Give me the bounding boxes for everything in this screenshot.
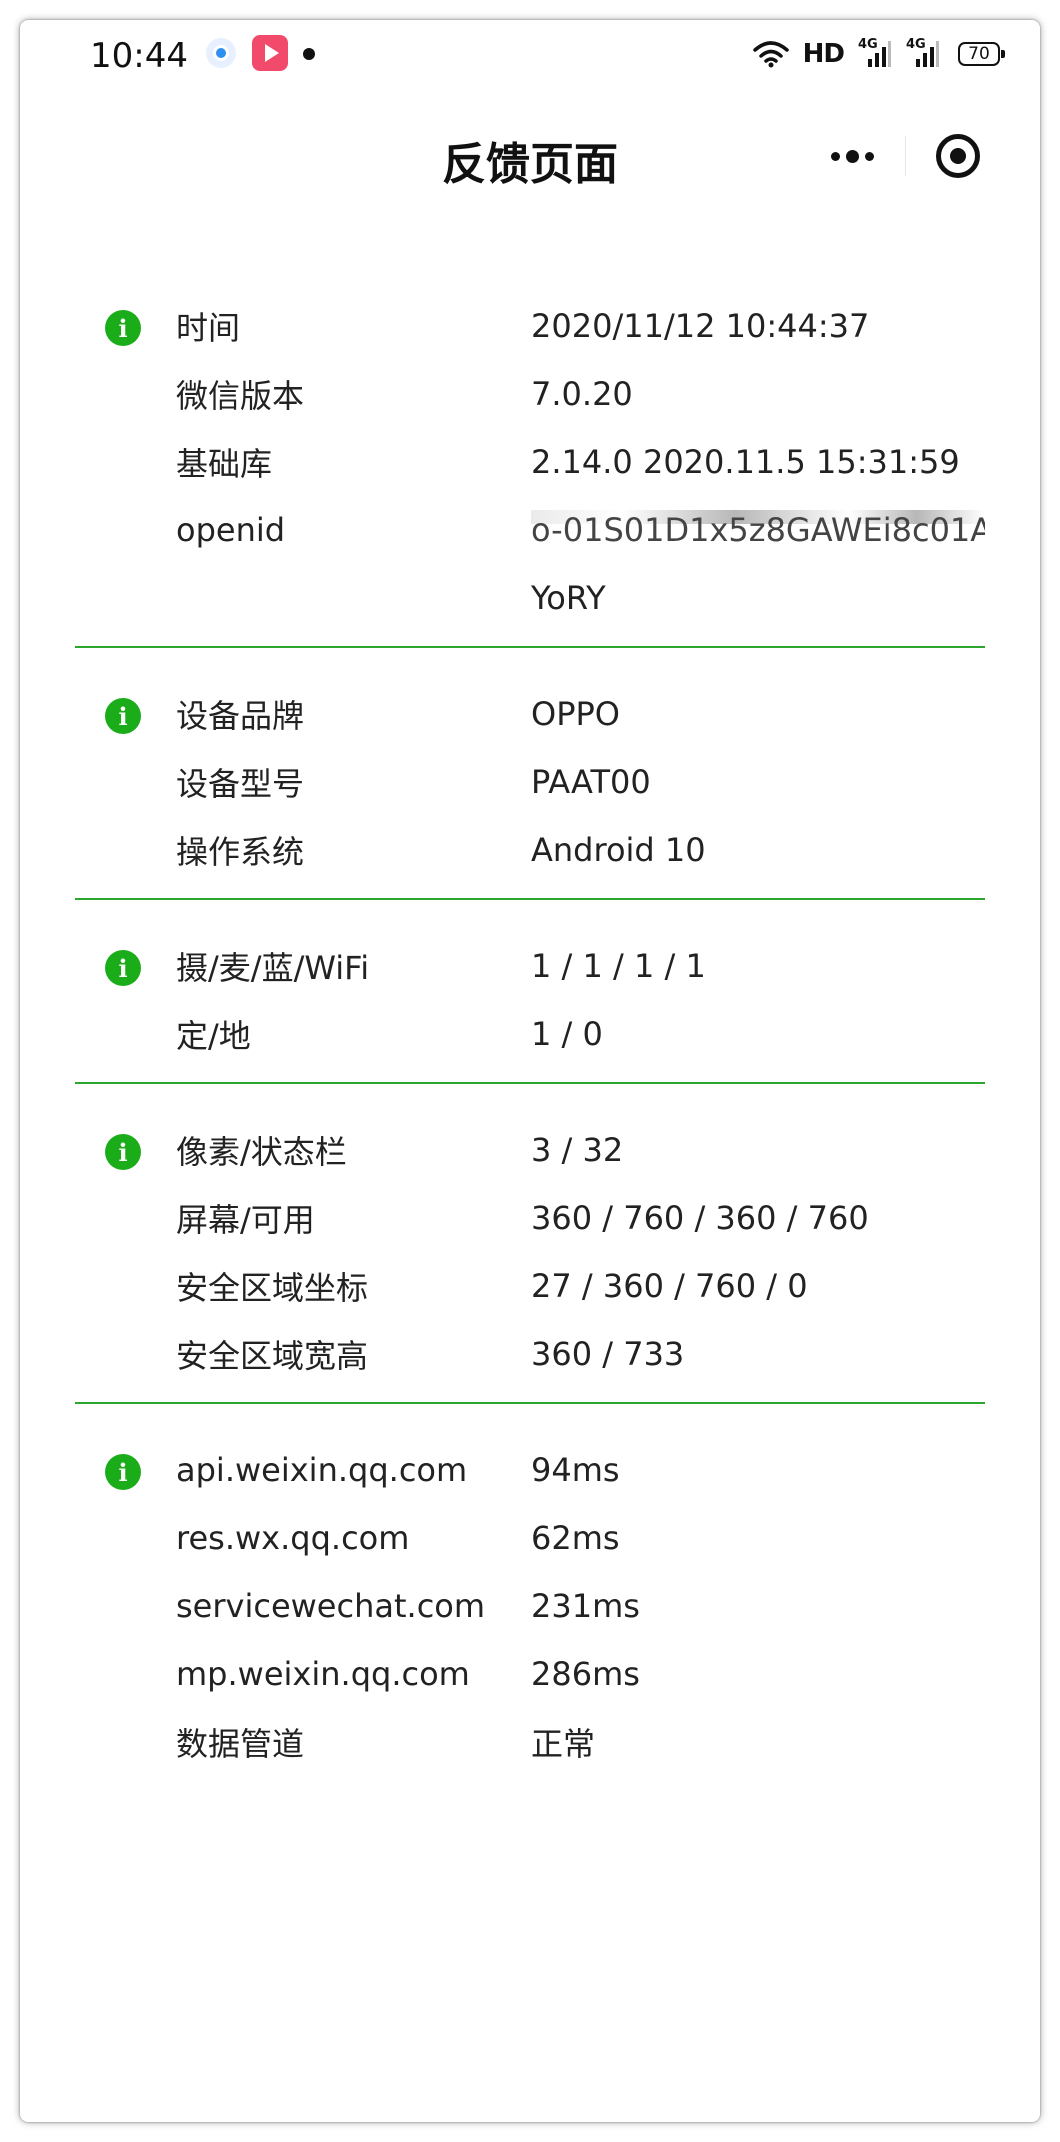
info-value: 94ms — [531, 1451, 620, 1489]
info-section: i api.weixin.qq.com 94ms res.wx.qq.com 62ms s… — [75, 1432, 985, 1790]
info-value: 286ms — [531, 1655, 640, 1693]
signal-icon: 4G — [858, 37, 892, 69]
info-label: 安全区域坐标 — [176, 1269, 369, 1307]
info-value: 3 / 32 — [531, 1131, 624, 1169]
info-row: i 摄/麦/蓝/WiFi 1 / 1 / 1 / 1 — [75, 932, 985, 1000]
info-value: Android 10 — [531, 831, 706, 869]
close-mini-program-button[interactable] — [906, 116, 1011, 196]
info-row: mp.weixin.qq.com 286ms — [75, 1640, 985, 1708]
signal-type-label: 4G — [858, 37, 878, 52]
info-value: 2.14.0 2020.11.5 15:31:59 — [531, 443, 960, 481]
info-label: servicewechat.com — [176, 1587, 486, 1625]
screen-frame: 10:44 HD 4G 4G 70 反馈页面 i 时间 2020/11/12 1… — [20, 20, 1040, 2122]
info-row: YoRY — [75, 564, 985, 632]
info-value: YoRY — [531, 579, 606, 617]
info-row: 操作系统 Android 10 — [75, 816, 985, 884]
info-row: 安全区域坐标 27 / 360 / 760 / 0 — [75, 1252, 985, 1320]
info-value: 1 / 0 — [531, 1015, 603, 1053]
battery-icon: 70 — [958, 42, 1005, 66]
more-dot-icon — [830, 151, 840, 161]
info-value: 2020/11/12 10:44:37 — [531, 307, 870, 345]
feedback-info-list: i 时间 2020/11/12 10:44:37 微信版本 7.0.20 基础库 2.14.… — [75, 288, 985, 1818]
status-time: 10:44 — [90, 36, 188, 76]
info-row: openid o-01S01D1x5z8GAWEi8c01A5 — [75, 496, 985, 564]
info-label: res.wx.qq.com — [176, 1519, 410, 1557]
info-value: 62ms — [531, 1519, 620, 1557]
info-icon: i — [105, 310, 141, 346]
info-row: servicewechat.com 231ms — [75, 1572, 985, 1640]
info-label: api.weixin.qq.com — [176, 1451, 468, 1489]
more-menu-button[interactable] — [800, 116, 905, 196]
info-section: i 摄/麦/蓝/WiFi 1 / 1 / 1 / 1 定/地 1 / 0 — [75, 928, 985, 1084]
info-row: 定/地 1 / 0 — [75, 1000, 985, 1068]
info-label: 屏幕/可用 — [176, 1201, 315, 1239]
info-value: 360 / 733 — [531, 1335, 685, 1373]
info-section: i 时间 2020/11/12 10:44:37 微信版本 7.0.20 基础库 2.14.… — [75, 288, 985, 648]
mini-program-capsule — [800, 116, 1010, 196]
info-row: i 设备品牌 OPPO — [75, 680, 985, 748]
info-row: 屏幕/可用 360 / 760 / 360 / 760 — [75, 1184, 985, 1252]
info-icon: i — [105, 1134, 141, 1170]
info-label: 操作系统 — [176, 833, 305, 871]
more-dot-icon — [864, 151, 874, 161]
video-app-icon — [252, 35, 288, 71]
info-icon: i — [105, 1454, 141, 1490]
signal-icon: 4G — [906, 37, 940, 69]
info-label: openid — [176, 511, 286, 549]
battery-level: 70 — [968, 44, 990, 64]
info-label: mp.weixin.qq.com — [176, 1655, 470, 1693]
status-bar: 10:44 HD 4G 4G 70 — [20, 20, 1040, 110]
info-row: 安全区域宽高 360 / 733 — [75, 1320, 985, 1388]
info-value: OPPO — [531, 695, 620, 733]
notification-dot-icon — [303, 48, 315, 60]
info-value: 1 / 1 / 1 / 1 — [531, 947, 706, 985]
wifi-icon — [752, 40, 789, 68]
info-section: i 像素/状态栏 3 / 32 屏幕/可用 360 / 760 / 360 / 760 安… — [75, 1112, 985, 1404]
info-value: 360 / 760 / 360 / 760 — [531, 1199, 869, 1237]
info-value: 27 / 360 / 760 / 0 — [531, 1267, 808, 1305]
info-row: 微信版本 7.0.20 — [75, 360, 985, 428]
info-row: 设备型号 PAAT00 — [75, 748, 985, 816]
info-row: res.wx.qq.com 62ms — [75, 1504, 985, 1572]
browser-app-icon — [206, 38, 236, 68]
info-label: 安全区域宽高 — [176, 1337, 369, 1375]
info-row: i 时间 2020/11/12 10:44:37 — [75, 292, 985, 360]
info-icon: i — [105, 698, 141, 734]
info-label: 设备型号 — [176, 765, 305, 803]
info-row: i 像素/状态栏 3 / 32 — [75, 1116, 985, 1184]
status-indicators: HD 4G 4G 70 — [752, 34, 1005, 74]
info-section: i 设备品牌 OPPO 设备型号 PAAT00 操作系统 Android 10 — [75, 676, 985, 900]
hd-voice-indicator: HD — [802, 39, 845, 69]
info-value: 231ms — [531, 1587, 640, 1625]
info-icon: i — [105, 950, 141, 986]
info-label: 设备品牌 — [176, 697, 305, 735]
info-label: 摄/麦/蓝/WiFi — [176, 949, 370, 987]
info-value: 7.0.20 — [531, 375, 633, 413]
signal-type-label: 4G — [906, 37, 926, 52]
info-label: 微信版本 — [176, 377, 305, 415]
info-row: 数据管道 正常 — [75, 1708, 985, 1776]
info-label: 定/地 — [176, 1017, 251, 1055]
more-dot-icon — [845, 149, 859, 163]
info-value: 正常 — [531, 1725, 596, 1763]
info-row: i api.weixin.qq.com 94ms — [75, 1436, 985, 1504]
target-close-icon — [935, 134, 980, 178]
info-value: PAAT00 — [531, 763, 651, 801]
info-label: 基础库 — [176, 445, 273, 483]
info-label: 数据管道 — [176, 1725, 305, 1763]
info-value: o-01S01D1x5z8GAWEi8c01A5 — [531, 511, 985, 549]
info-label: 像素/状态栏 — [176, 1133, 347, 1171]
info-row: 基础库 2.14.0 2020.11.5 15:31:59 — [75, 428, 985, 496]
info-label: 时间 — [176, 309, 241, 347]
